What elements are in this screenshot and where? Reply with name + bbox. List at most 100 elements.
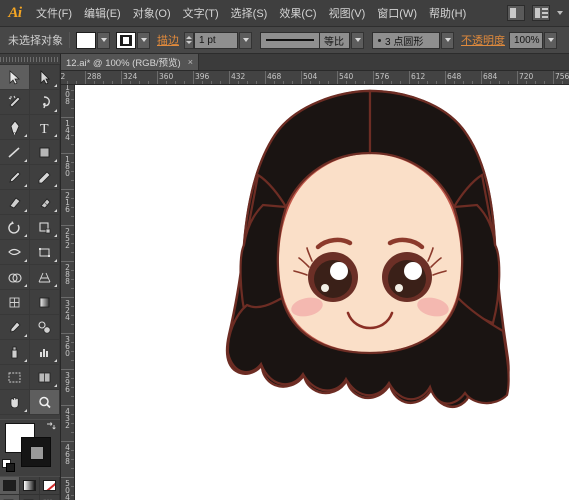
gradient-tool[interactable] <box>30 290 60 315</box>
rotate-tool[interactable] <box>0 215 30 240</box>
brush-definition-field[interactable]: 3 点圆形 <box>372 32 440 49</box>
eyedropper-tool[interactable] <box>0 315 30 340</box>
ruler-label: 540 <box>339 72 353 81</box>
stroke-color-indicator[interactable] <box>21 437 51 467</box>
paintbrush-tool[interactable] <box>0 165 30 190</box>
width-tool[interactable] <box>0 240 30 265</box>
arrange-documents-icon[interactable] <box>507 5 525 21</box>
tool-group-indicator-icon <box>54 284 57 287</box>
column-graph-tool[interactable] <box>30 340 60 365</box>
menu-select[interactable]: 选择(S) <box>225 1 274 25</box>
ruler-tick <box>229 71 230 85</box>
stroke-options-link[interactable]: 描边 <box>157 32 179 48</box>
ruler-label: 252 <box>61 72 65 81</box>
symbol-sprayer-tool[interactable] <box>0 340 30 365</box>
opacity-input[interactable]: 100% <box>509 32 543 49</box>
ruler-label: 216 <box>63 191 72 212</box>
eye-left-highlight <box>330 262 348 280</box>
menu-file[interactable]: 文件(F) <box>30 1 78 25</box>
blend-tool[interactable] <box>30 315 60 340</box>
type-tool[interactable]: T <box>30 115 60 140</box>
workspace-switcher-icon[interactable] <box>532 5 550 21</box>
swap-fill-stroke-icon[interactable] <box>46 421 56 431</box>
zoom-tool[interactable] <box>30 390 60 415</box>
menu-window[interactable]: 窗口(W) <box>371 1 423 25</box>
stroke-weight-dropdown[interactable] <box>239 32 252 49</box>
opacity-options-link[interactable]: 不透明度 <box>461 32 505 48</box>
rectangle-tool[interactable] <box>30 140 60 165</box>
direct-selection-tool[interactable] <box>30 65 60 90</box>
tool-group-indicator-icon <box>24 284 27 287</box>
tool-group-indicator-icon <box>24 134 27 137</box>
profile-dropdown-button[interactable] <box>351 32 364 49</box>
brush-definition-label: 3 点圆形 <box>385 33 423 48</box>
none-mode-button[interactable] <box>40 477 60 494</box>
tool-group-indicator-icon <box>24 259 27 262</box>
menu-view[interactable]: 视图(V) <box>323 1 372 25</box>
menu-object[interactable]: 对象(O) <box>127 1 177 25</box>
menu-edit[interactable]: 编辑(E) <box>78 1 127 25</box>
shape-builder-tool[interactable] <box>0 265 30 290</box>
screen-mode-row <box>0 495 60 500</box>
drawing-mode-normal-button[interactable] <box>0 495 20 500</box>
ruler-tick <box>61 225 75 226</box>
document-tab[interactable]: 12.ai* @ 100% (RGB/预览) × <box>61 54 199 70</box>
menu-effect[interactable]: 效果(C) <box>273 1 322 25</box>
ruler-tick <box>61 297 75 298</box>
brush-dot-icon <box>378 39 381 42</box>
line-segment-tool[interactable] <box>0 140 30 165</box>
ruler-label: 396 <box>195 72 209 81</box>
variable-width-profile-preview[interactable] <box>260 32 320 49</box>
close-icon[interactable]: × <box>188 57 193 67</box>
stroke-dropdown-button[interactable] <box>137 32 150 49</box>
perspective-grid-tool[interactable] <box>30 265 60 290</box>
tool-group-indicator-icon <box>54 134 57 137</box>
ruler-label: 360 <box>63 335 72 356</box>
ruler-label: 252 <box>63 227 72 248</box>
hand-tool[interactable] <box>0 390 30 415</box>
blob-brush-tool[interactable] <box>0 190 30 215</box>
menu-type[interactable]: 文字(T) <box>177 1 225 25</box>
eraser-tool[interactable] <box>30 190 60 215</box>
profile-line-icon <box>266 39 314 41</box>
color-mode-button[interactable] <box>0 477 20 494</box>
ruler-label: 504 <box>303 72 317 81</box>
stroke-weight-input[interactable]: 1 pt <box>194 32 238 49</box>
slice-tool[interactable] <box>30 365 60 390</box>
artboard-tool[interactable] <box>0 365 30 390</box>
horizontal-ruler[interactable]: 2522883243603964324685045405766126486847… <box>61 71 569 85</box>
menu-help[interactable]: 帮助(H) <box>423 1 472 25</box>
ruler-label: 576 <box>375 72 389 81</box>
scale-tool[interactable] <box>30 215 60 240</box>
brush-dropdown-button[interactable] <box>441 32 454 49</box>
ruler-label: 144 <box>63 119 72 140</box>
gradient-mode-button[interactable] <box>20 477 40 494</box>
stroke-color-swatch[interactable] <box>116 32 136 49</box>
fill-dropdown-button[interactable] <box>97 32 110 49</box>
ruler-tick <box>337 71 338 85</box>
vertical-ruler[interactable]: 108144180216252288324360396432468504540 <box>61 85 75 500</box>
ruler-label: 684 <box>483 72 497 81</box>
drawing-mode-behind-button[interactable] <box>20 495 40 500</box>
tool-group-indicator-icon <box>54 384 57 387</box>
mesh-tool[interactable] <box>0 290 30 315</box>
ruler-tick <box>85 71 86 85</box>
svg-text:T: T <box>40 122 49 135</box>
lasso-tool[interactable] <box>30 90 60 115</box>
cartoon-girl-illustration[interactable] <box>75 85 569 500</box>
pen-tool[interactable] <box>0 115 30 140</box>
selection-tool[interactable] <box>0 65 30 90</box>
chevron-down-icon[interactable] <box>557 11 563 15</box>
opacity-dropdown-button[interactable] <box>544 32 557 49</box>
stroke-weight-stepper[interactable] <box>184 32 194 49</box>
ruler-label: 432 <box>63 407 72 428</box>
tools-panel-grip[interactable] <box>0 54 60 65</box>
free-transform-tool[interactable] <box>30 240 60 265</box>
ruler-tick <box>301 71 302 85</box>
pencil-tool[interactable] <box>30 165 60 190</box>
default-fill-stroke-icon[interactable] <box>2 459 11 468</box>
tools-grid: T <box>0 65 60 415</box>
magic-wand-tool[interactable] <box>0 90 30 115</box>
drawing-mode-inside-button[interactable] <box>40 495 60 500</box>
fill-color-swatch[interactable] <box>76 32 96 49</box>
